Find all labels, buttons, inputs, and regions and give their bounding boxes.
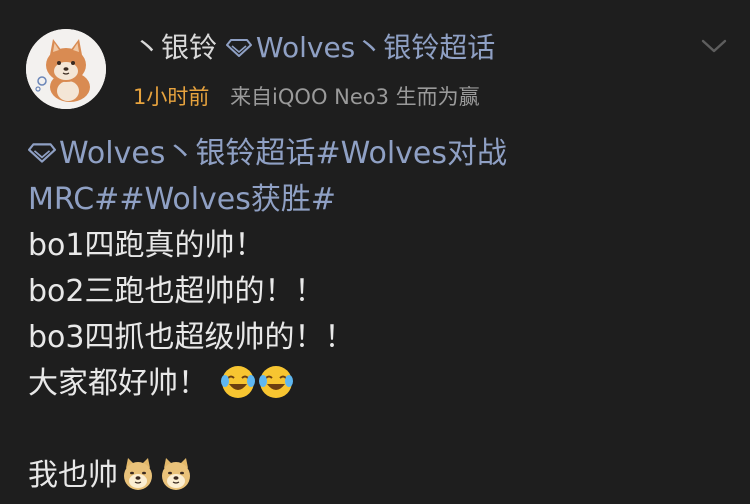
- username[interactable]: 丶银铃 Wolves丶银铃超话: [133, 28, 495, 68]
- content-line-4: bo2三跑也超帅的！！: [28, 274, 325, 309]
- hashtag-link-1[interactable]: #Wolves对战: [315, 136, 507, 171]
- content-line-6-text: 大家都好帅！: [28, 366, 208, 401]
- post-time: 1小时前: [133, 85, 210, 109]
- content-line-1: Wolves丶银铃超话#Wolves对战: [28, 131, 728, 177]
- content-line-2: MRC##Wolves获胜#: [28, 177, 728, 223]
- diamond-icon: [28, 143, 56, 163]
- tearful-laugh-emoji-icon: [220, 366, 255, 398]
- doge-emoji-icon: [162, 458, 190, 490]
- content-line-6: 大家都好帅！: [28, 361, 728, 407]
- diamond-icon: [225, 39, 252, 57]
- chevron-down-icon[interactable]: [700, 36, 728, 56]
- hashtag-link-2[interactable]: MRC##Wolves获胜#: [28, 182, 336, 217]
- post-meta: 1小时前 来自iQOO Neo3 生而为赢: [133, 82, 480, 112]
- content-line-8-text: 我也帅: [28, 458, 118, 493]
- content-line-8: 我也帅: [28, 453, 728, 499]
- avatar[interactable]: [26, 29, 106, 109]
- weibo-post: 丶银铃 Wolves丶银铃超话 1小时前 来自iQOO Neo3 生而为赢 Wo…: [0, 0, 750, 504]
- tearful-laugh-emoji-icon: [258, 366, 293, 398]
- shiba-avatar-icon: [26, 29, 106, 109]
- username-topic-text: Wolves丶银铃超话: [255, 31, 496, 64]
- content-line-5: bo3四抓也超级帅的！！: [28, 320, 355, 355]
- content-line-3: bo1四跑真的帅！: [28, 228, 265, 263]
- post-source[interactable]: 来自iQOO Neo3 生而为赢: [230, 85, 480, 109]
- supertopic-link-text: Wolves丶银铃超话: [59, 136, 316, 171]
- post-content: Wolves丶银铃超话#Wolves对战 MRC##Wolves获胜# bo1四…: [28, 131, 728, 499]
- doge-emoji-icon: [124, 458, 152, 490]
- username-prefix: 丶银铃: [133, 31, 218, 64]
- supertopic-link[interactable]: Wolves丶银铃超话: [28, 136, 315, 171]
- username-supertopic[interactable]: Wolves丶银铃超话: [225, 31, 496, 64]
